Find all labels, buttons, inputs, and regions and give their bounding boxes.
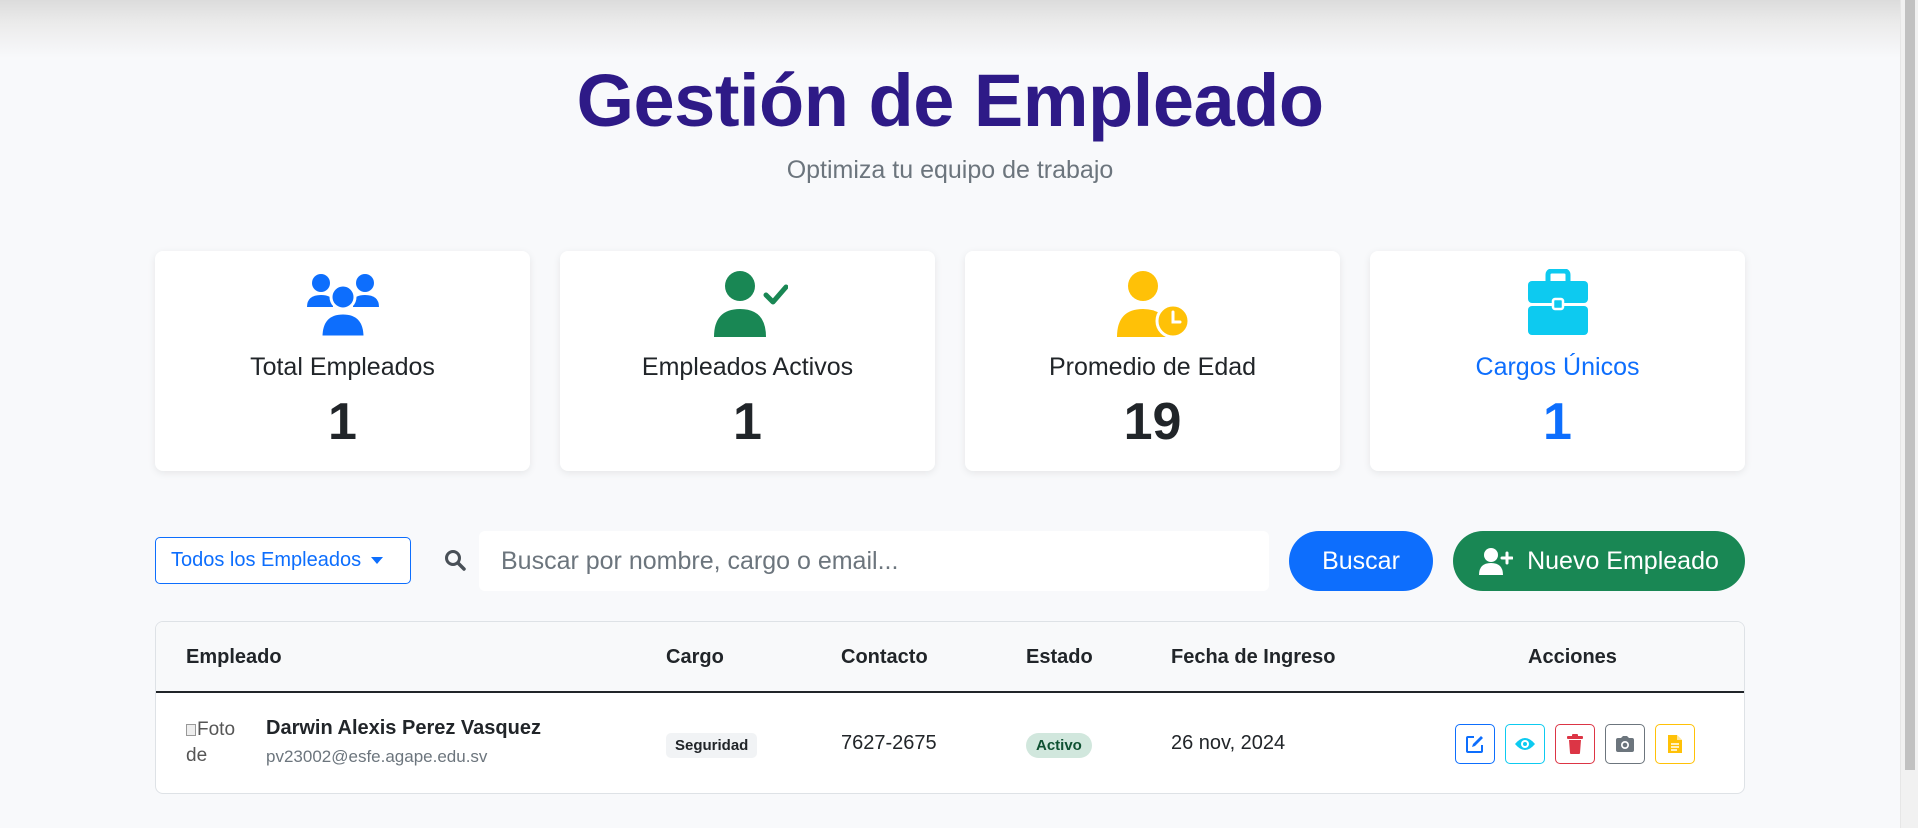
stat-value: 19 bbox=[1123, 393, 1182, 451]
trash-icon bbox=[1567, 734, 1583, 754]
column-header-cargo: Cargo bbox=[666, 646, 724, 668]
file-icon bbox=[1668, 735, 1682, 753]
stat-card-total: Total Empleados 1 bbox=[155, 251, 530, 471]
document-button[interactable] bbox=[1655, 724, 1695, 764]
new-employee-label: Nuevo Empleado bbox=[1527, 546, 1719, 575]
top-shadow bbox=[0, 0, 1900, 58]
status-badge: Activo bbox=[1026, 733, 1092, 758]
broken-image-icon bbox=[186, 723, 196, 736]
search-button[interactable]: Buscar bbox=[1289, 531, 1433, 591]
user-check-icon bbox=[713, 271, 788, 337]
table-row: Foto de Darwin Alexis Perez Vasquez pv23… bbox=[156, 695, 1744, 793]
page-scrollbar[interactable] bbox=[1900, 0, 1918, 828]
page-subtitle: Optimiza tu equipo de trabajo bbox=[786, 156, 1114, 184]
stat-value: 1 bbox=[328, 393, 357, 451]
column-header-empleado: Empleado bbox=[186, 646, 282, 668]
page-title: Gestión de Empleado bbox=[576, 59, 1324, 142]
user-plus-icon bbox=[1479, 548, 1514, 575]
user-clock-icon bbox=[1116, 271, 1190, 339]
column-header-fecha: Fecha de Ingreso bbox=[1171, 646, 1336, 668]
stat-card-unique-roles: Cargos Únicos 1 bbox=[1370, 251, 1745, 471]
edit-button[interactable] bbox=[1455, 724, 1495, 764]
employee-contact: 7627-2675 bbox=[841, 732, 937, 754]
row-actions bbox=[1455, 724, 1695, 764]
stat-label: Empleados Activos bbox=[641, 353, 854, 381]
eye-icon bbox=[1515, 738, 1535, 750]
caret-down-icon bbox=[371, 557, 384, 564]
table-header: Empleado Cargo Contacto Estado Fecha de … bbox=[156, 622, 1744, 693]
avatar: Foto de bbox=[186, 717, 238, 773]
search-icon bbox=[445, 550, 466, 571]
employee-email: pv23002@esfe.agape.edu.sv bbox=[266, 747, 488, 766]
stat-value: 1 bbox=[1543, 393, 1572, 451]
cargo-badge: Seguridad bbox=[666, 733, 758, 758]
column-header-estado: Estado bbox=[1026, 646, 1093, 668]
stat-label: Cargos Únicos bbox=[1475, 353, 1640, 381]
column-header-acciones: Acciones bbox=[1528, 646, 1617, 668]
employee-name: Darwin Alexis Perez Vasquez bbox=[266, 717, 541, 739]
scrollbar-thumb[interactable] bbox=[1905, 0, 1915, 770]
stat-card-average-age: Promedio de Edad 19 bbox=[965, 251, 1340, 471]
search-input[interactable] bbox=[479, 531, 1269, 591]
new-employee-button[interactable]: Nuevo Empleado bbox=[1453, 531, 1745, 591]
briefcase-icon bbox=[1527, 269, 1588, 335]
toolbar: Todos los Empleados Buscar Nuevo Emplead… bbox=[155, 531, 1745, 591]
employee-filter-dropdown[interactable]: Todos los Empleados bbox=[155, 537, 411, 584]
stat-card-active: Empleados Activos 1 bbox=[560, 251, 935, 471]
employees-table: Empleado Cargo Contacto Estado Fecha de … bbox=[155, 621, 1745, 794]
edit-icon bbox=[1466, 736, 1483, 753]
users-icon bbox=[306, 274, 379, 339]
delete-button[interactable] bbox=[1555, 724, 1595, 764]
photo-button[interactable] bbox=[1605, 724, 1645, 764]
view-button[interactable] bbox=[1505, 724, 1545, 764]
stat-label: Total Empleados bbox=[250, 353, 435, 381]
hire-date: 26 nov, 2024 bbox=[1171, 732, 1286, 754]
stats-row: Total Empleados 1 Empleados Activos 1 Pr… bbox=[155, 251, 1745, 471]
stat-value: 1 bbox=[733, 393, 762, 451]
stat-label: Promedio de Edad bbox=[1048, 353, 1257, 381]
filter-label: Todos los Empleados bbox=[171, 549, 362, 571]
camera-icon bbox=[1616, 736, 1634, 752]
column-header-contacto: Contacto bbox=[841, 646, 928, 668]
